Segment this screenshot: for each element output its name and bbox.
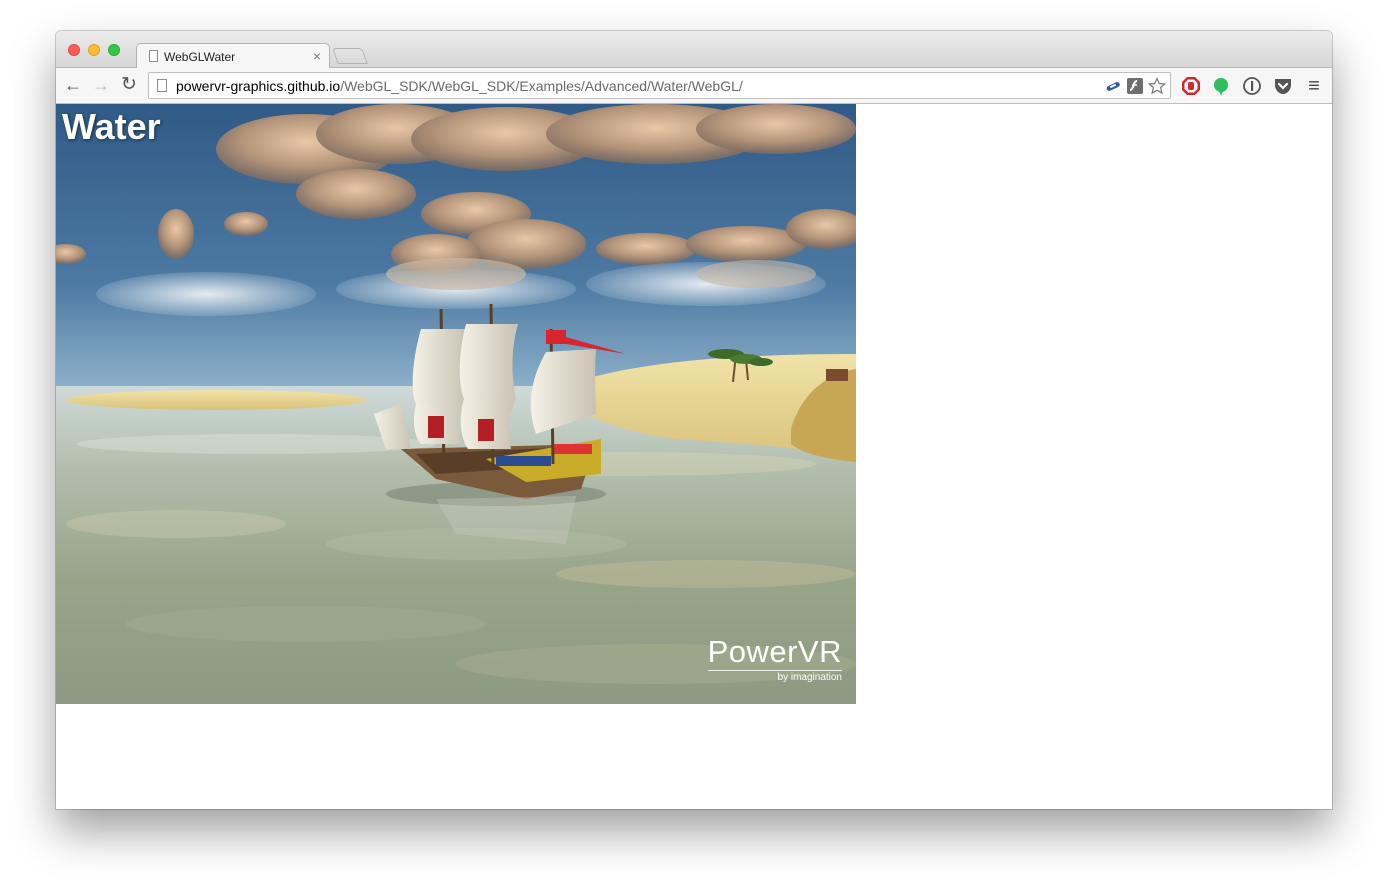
webgl-canvas[interactable]: Water PowerVR by imagination bbox=[56, 104, 856, 704]
toolbar: ← → ↻ powervr-graphics.github.io/WebGL_S… bbox=[56, 68, 1332, 104]
close-window-button[interactable] bbox=[68, 44, 80, 56]
logo-main-text: PowerVR bbox=[707, 634, 842, 669]
reload-icon[interactable]: ↻ bbox=[119, 75, 139, 95]
1password-icon[interactable] bbox=[1241, 75, 1263, 97]
page-content: Water PowerVR by imagination bbox=[56, 104, 1332, 809]
page-icon bbox=[149, 50, 158, 62]
pocket-icon[interactable] bbox=[1272, 75, 1294, 97]
browser-tab[interactable]: WebGLWater × bbox=[136, 43, 330, 69]
zoom-window-button[interactable] bbox=[108, 44, 120, 56]
forward-arrow-icon[interactable]: → bbox=[91, 75, 111, 95]
tab-title: WebGLWater bbox=[164, 50, 236, 64]
logo-divider bbox=[707, 670, 842, 671]
desktop: WebGLWater × ← → ↻ powervr-graphics.gith… bbox=[0, 0, 1388, 889]
adblock-icon[interactable] bbox=[1180, 75, 1202, 97]
evernote-icon[interactable] bbox=[1210, 75, 1232, 97]
logo-sub-text: by imagination bbox=[777, 672, 842, 683]
tab-close-icon[interactable]: × bbox=[313, 48, 321, 64]
address-bar[interactable]: powervr-graphics.github.io/WebGL_SDK/Web… bbox=[148, 72, 1171, 99]
sandbar bbox=[66, 390, 366, 410]
flash-icon[interactable] bbox=[1126, 77, 1144, 95]
link-icon[interactable] bbox=[1104, 77, 1122, 95]
page-icon bbox=[157, 79, 167, 92]
demo-title: Water bbox=[62, 106, 161, 147]
minimize-window-button[interactable] bbox=[88, 44, 100, 56]
star-icon[interactable] bbox=[1147, 77, 1167, 95]
new-tab-button[interactable] bbox=[332, 48, 368, 64]
powervr-logo: PowerVR by imagination bbox=[707, 634, 842, 684]
menu-icon[interactable]: ≡ bbox=[1303, 75, 1325, 97]
browser-window: WebGLWater × ← → ↻ powervr-graphics.gith… bbox=[56, 31, 1332, 809]
back-arrow-icon[interactable]: ← bbox=[63, 75, 83, 95]
url-text[interactable]: powervr-graphics.github.io/WebGL_SDK/Web… bbox=[176, 78, 743, 94]
url-path: /WebGL_SDK/WebGL_SDK/Examples/Advanced/W… bbox=[340, 78, 743, 94]
hut bbox=[826, 369, 848, 381]
water-scene bbox=[56, 104, 856, 704]
title-bar: WebGLWater × bbox=[56, 31, 1332, 69]
url-host: powervr-graphics.github.io bbox=[176, 78, 341, 94]
